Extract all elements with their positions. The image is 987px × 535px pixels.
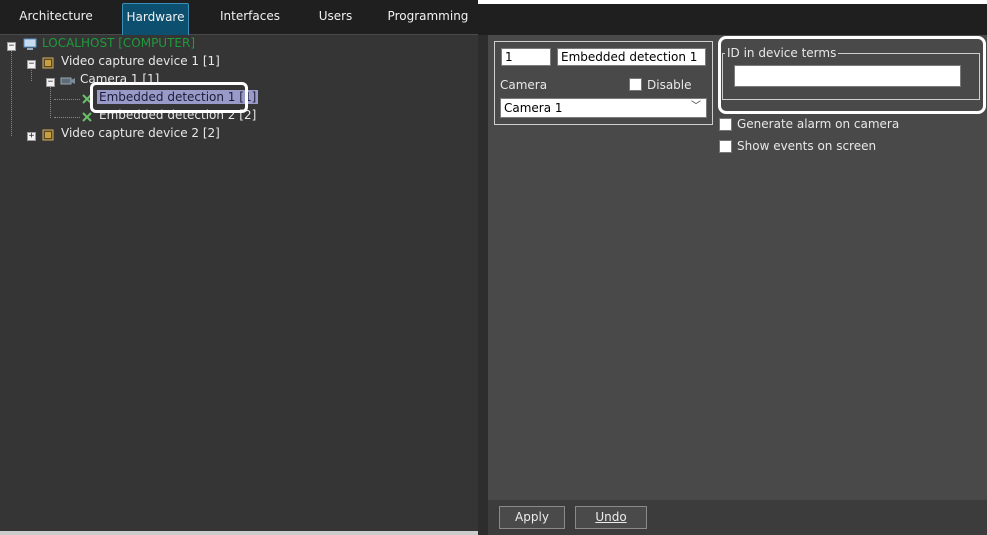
camera-label: Camera	[500, 78, 548, 92]
apply-button[interactable]: Apply	[499, 506, 565, 529]
pane-bottom-edge	[0, 531, 478, 535]
highlight-frame-id-in-device-terms	[718, 36, 986, 114]
generate-alarm-label: Generate alarm on camera	[737, 117, 900, 131]
tab-architecture[interactable]: Architecture	[10, 3, 102, 35]
camera-select[interactable]: Camera 1 ﹀	[500, 98, 707, 118]
tab-bar: Architecture Hardware Interfaces Users P…	[0, 0, 478, 35]
capture-board-icon	[41, 56, 55, 69]
tab-hardware[interactable]: Hardware	[122, 3, 189, 35]
tab-interfaces[interactable]: Interfaces	[212, 3, 288, 35]
detection-icon	[81, 111, 95, 124]
show-events-label: Show events on screen	[737, 139, 877, 153]
collapse-camera1-icon[interactable]: −	[46, 78, 55, 87]
tree-connector	[54, 99, 80, 100]
object-name-input[interactable]	[557, 48, 706, 66]
collapse-device1-icon[interactable]: −	[27, 60, 36, 69]
camera-icon	[60, 75, 75, 88]
disable-checkbox[interactable]	[629, 78, 642, 91]
disable-label: Disable	[647, 78, 692, 92]
tab-programming[interactable]: Programming	[386, 3, 470, 35]
tree-connector	[54, 117, 80, 118]
highlight-frame-detection	[90, 82, 248, 113]
show-events-checkbox[interactable]	[719, 140, 732, 153]
pane-splitter[interactable]	[478, 35, 488, 535]
undo-button[interactable]: Undo	[575, 506, 647, 529]
generate-alarm-checkbox[interactable]	[719, 118, 732, 131]
tree-connector	[50, 85, 51, 118]
expand-device2-icon[interactable]: +	[27, 132, 36, 141]
object-id-input[interactable]	[501, 48, 551, 66]
collapse-root-icon[interactable]: −	[7, 42, 16, 51]
hardware-tree-pane: Architecture Hardware Interfaces Users P…	[0, 0, 478, 535]
chevron-down-icon: ﹀	[691, 101, 701, 112]
capture-board-icon	[41, 128, 55, 141]
tree-node-video-capture-device-2[interactable]: Video capture device 2 [2]	[61, 126, 220, 140]
camera-select-value: Camera 1	[504, 101, 563, 115]
computer-icon	[23, 38, 37, 51]
tree-node-video-capture-device-1[interactable]: Video capture device 1 [1]	[61, 54, 220, 68]
tab-users[interactable]: Users	[308, 3, 363, 35]
tree-node-localhost[interactable]: LOCALHOST [COMPUTER]	[42, 36, 195, 50]
tree-connector	[11, 49, 12, 136]
settings-footer: Apply Undo	[488, 500, 987, 535]
tree-connector	[31, 67, 32, 81]
settings-header-bar	[478, 4, 987, 35]
